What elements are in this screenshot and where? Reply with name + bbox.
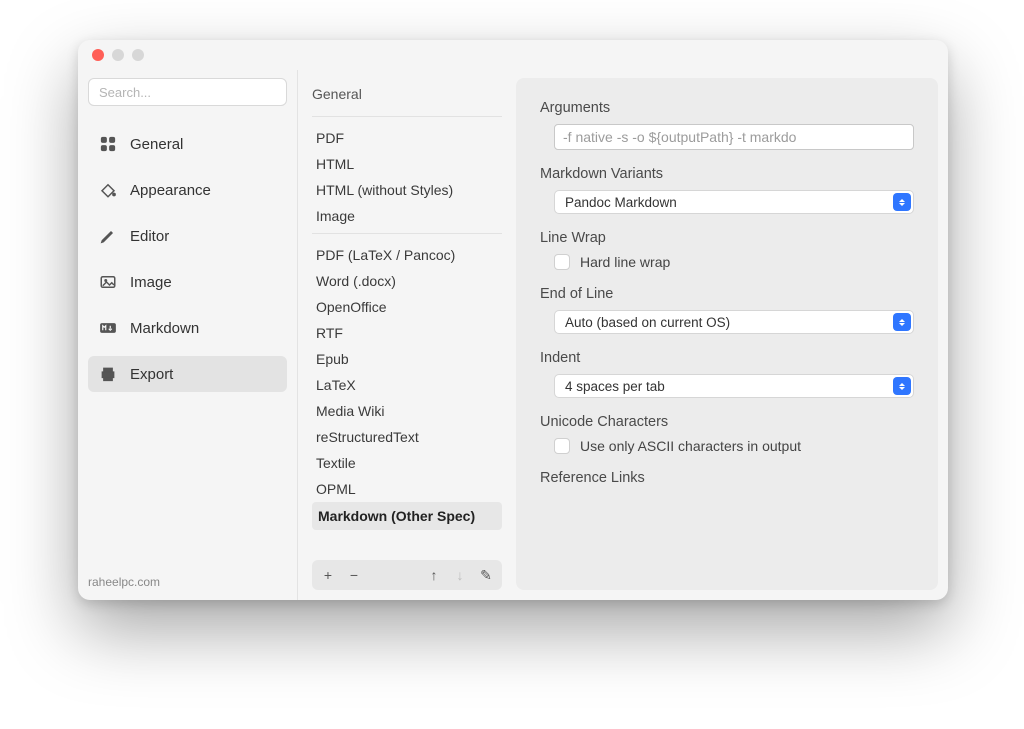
add-icon[interactable]: + — [320, 567, 336, 583]
sidebar: General Appearance Editor — [78, 70, 298, 600]
format-item[interactable]: PDF — [312, 125, 502, 151]
sidebar-item-export[interactable]: Export — [88, 356, 287, 392]
minimize-icon — [112, 49, 124, 61]
export-detail-panel: Arguments -f native -s -o ${outputPath} … — [516, 78, 938, 590]
format-item[interactable]: Textile — [312, 450, 502, 476]
indent-label: Indent — [540, 350, 914, 366]
variants-label: Markdown Variants — [540, 166, 914, 182]
select-value: Pandoc Markdown — [565, 195, 677, 210]
sidebar-item-appearance[interactable]: Appearance — [88, 172, 287, 208]
sidebar-item-label: Markdown — [130, 320, 199, 337]
arguments-label: Arguments — [540, 100, 914, 116]
move-down-icon: ↓ — [452, 567, 468, 583]
chevron-updown-icon — [893, 377, 911, 395]
indent-select[interactable]: 4 spaces per tab — [554, 374, 914, 398]
linewrap-label: Line Wrap — [540, 230, 914, 246]
grid-icon — [98, 134, 118, 154]
select-value: Auto (based on current OS) — [565, 315, 730, 330]
titlebar — [78, 40, 948, 70]
checkbox-label: Hard line wrap — [580, 254, 670, 270]
reflinks-label: Reference Links — [540, 470, 914, 486]
eol-select[interactable]: Auto (based on current OS) — [554, 310, 914, 334]
format-item[interactable]: PDF (LaTeX / Pancoc) — [312, 242, 502, 268]
pencil-icon — [98, 226, 118, 246]
arguments-placeholder: -f native -s -o ${outputPath} -t markdo — [563, 129, 796, 145]
format-item[interactable]: Epub — [312, 346, 502, 372]
image-icon — [98, 272, 118, 292]
format-item[interactable]: reStructuredText — [312, 424, 502, 450]
markdown-icon — [98, 318, 118, 338]
search-input[interactable] — [88, 78, 287, 106]
format-list-toolbar: + − ↑ ↓ ✎ — [312, 560, 502, 590]
sidebar-item-label: General — [130, 136, 183, 153]
divider — [312, 233, 502, 234]
sidebar-item-label: Image — [130, 274, 172, 291]
sidebar-item-general[interactable]: General — [88, 126, 287, 162]
close-icon[interactable] — [92, 49, 104, 61]
export-format-list: General PDF HTML HTML (without Styles) I… — [298, 70, 516, 600]
chevron-updown-icon — [893, 313, 911, 331]
unicode-label: Unicode Characters — [540, 414, 914, 430]
zoom-icon — [132, 49, 144, 61]
list-heading: General — [312, 86, 502, 102]
watermark: raheelpc.com — [88, 575, 160, 589]
sidebar-nav: General Appearance Editor — [88, 126, 287, 400]
format-item[interactable]: OpenOffice — [312, 294, 502, 320]
sidebar-item-label: Editor — [130, 228, 169, 245]
sidebar-item-label: Export — [130, 366, 173, 383]
format-item-selected[interactable]: Markdown (Other Spec) — [312, 502, 502, 530]
format-item[interactable]: Media Wiki — [312, 398, 502, 424]
format-item[interactable]: OPML — [312, 476, 502, 502]
move-up-icon[interactable]: ↑ — [426, 567, 442, 583]
chevron-updown-icon — [893, 193, 911, 211]
format-item[interactable]: LaTeX — [312, 372, 502, 398]
eol-label: End of Line — [540, 286, 914, 302]
divider — [312, 116, 502, 117]
ascii-only-checkbox[interactable] — [554, 438, 570, 454]
checkbox-label: Use only ASCII characters in output — [580, 438, 801, 454]
paint-bucket-icon — [98, 180, 118, 200]
remove-icon[interactable]: − — [346, 567, 362, 583]
edit-icon[interactable]: ✎ — [478, 567, 494, 583]
content-area: General Appearance Editor — [78, 70, 948, 600]
sidebar-item-label: Appearance — [130, 182, 211, 199]
format-item[interactable]: Word (.docx) — [312, 268, 502, 294]
sidebar-item-image[interactable]: Image — [88, 264, 287, 300]
format-item[interactable]: Image — [312, 203, 502, 229]
variants-select[interactable]: Pandoc Markdown — [554, 190, 914, 214]
select-value: 4 spaces per tab — [565, 379, 665, 394]
format-item[interactable]: HTML — [312, 151, 502, 177]
sidebar-item-editor[interactable]: Editor — [88, 218, 287, 254]
format-list: PDF HTML HTML (without Styles) Image PDF… — [312, 125, 502, 554]
arguments-input[interactable]: -f native -s -o ${outputPath} -t markdo — [554, 124, 914, 150]
format-item[interactable]: HTML (without Styles) — [312, 177, 502, 203]
printer-icon — [98, 364, 118, 384]
sidebar-item-markdown[interactable]: Markdown — [88, 310, 287, 346]
hard-line-wrap-checkbox[interactable] — [554, 254, 570, 270]
format-item[interactable]: RTF — [312, 320, 502, 346]
preferences-window: General Appearance Editor — [78, 40, 948, 600]
